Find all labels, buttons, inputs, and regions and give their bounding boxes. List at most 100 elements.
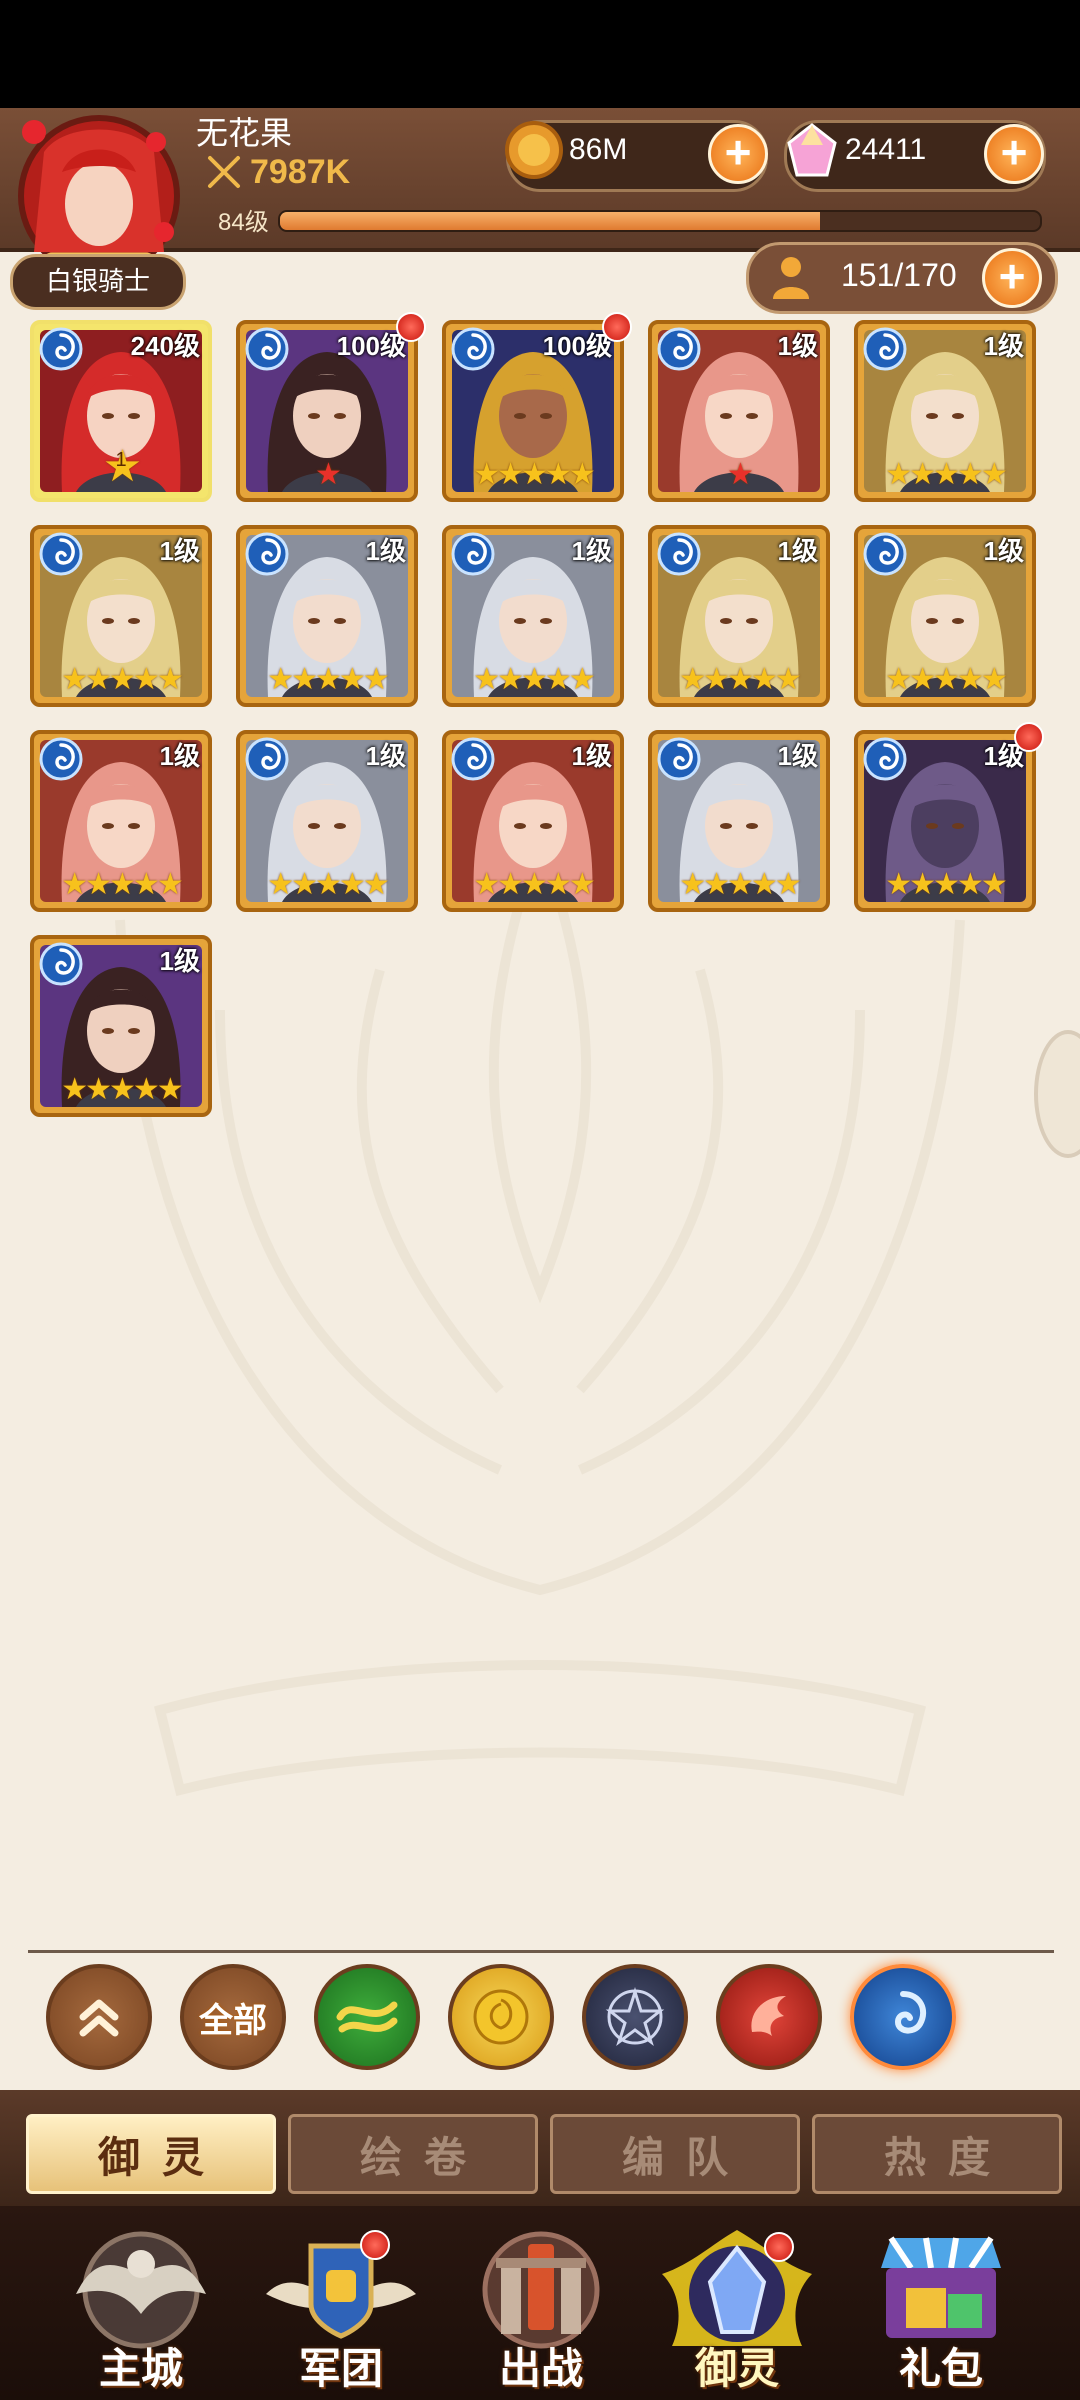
background-emblem: [115, 811, 965, 1797]
expand-capacity-button[interactable]: +: [982, 248, 1042, 308]
nav-label: 御灵: [694, 2345, 779, 2392]
hero-level: 1级: [571, 536, 612, 566]
water-element-icon: [451, 532, 495, 576]
phoenix-icon: [751, 1996, 786, 2036]
experience-bar: [278, 210, 1042, 232]
water-element-icon: [863, 327, 907, 371]
hero-level: 1级: [159, 536, 200, 566]
player-rank-badge: 白银骑士: [10, 254, 186, 310]
hero-card[interactable]: 1级 ★★★★★: [236, 525, 418, 707]
filter-fire-button[interactable]: [716, 1964, 822, 2070]
hero-notification-dot: [396, 312, 426, 342]
gold-coin-icon: [505, 121, 563, 179]
filter-light-button[interactable]: [448, 1964, 554, 2070]
add-gold-button[interactable]: +: [708, 124, 768, 184]
hero-level: 240级: [130, 331, 200, 361]
nav-spirits[interactable]: 御灵: [652, 2224, 822, 2400]
nav-label: 军团: [298, 2345, 383, 2392]
water-element-icon: [39, 327, 83, 371]
hero-level: 1级: [365, 741, 406, 771]
tab-label: 绘卷: [359, 2133, 488, 2181]
hero-card[interactable]: 1级 ★★★★★: [854, 730, 1036, 912]
hero-level: 1级: [159, 946, 200, 976]
experience-bar-fill: [280, 212, 820, 230]
filter-dark-button[interactable]: [582, 1964, 688, 2070]
hero-card[interactable]: 1级 ★★★★★: [648, 525, 830, 707]
water-element-icon: [657, 327, 701, 371]
hero-notification-dot: [1014, 722, 1044, 752]
hero-star-rating: ★★★★★: [473, 868, 595, 901]
hero-card[interactable]: 1级 ★★★★★: [30, 935, 212, 1117]
water-element-icon: [39, 942, 83, 986]
hero-level: 1级: [983, 536, 1024, 566]
legion-notification-dot: [360, 2230, 390, 2260]
hero-star-number: 1: [115, 449, 127, 471]
hero-star-rating: ★★★★★: [473, 458, 595, 491]
hero-level: 100级: [336, 331, 406, 361]
hero-card[interactable]: 1级 ★★★★★: [442, 730, 624, 912]
crossed-swords-icon: [208, 156, 240, 188]
double-chevron-up-icon: [79, 1999, 119, 2037]
water-element-icon: [657, 532, 701, 576]
tab-spirits[interactable]: 御灵: [26, 2114, 276, 2194]
hero-card[interactable]: 100级 ★: [236, 320, 418, 502]
hero-level: 1级: [777, 536, 818, 566]
tab-label: 编队: [621, 2133, 750, 2181]
hero-star-rating: ★★★★★: [267, 868, 389, 901]
hero-card[interactable]: 1级 ★★★★★: [648, 730, 830, 912]
nav-gift-pack[interactable]: 礼包: [856, 2224, 1026, 2400]
hero-card[interactable]: 1级 ★★★★★: [442, 525, 624, 707]
hero-card[interactable]: 1级 ★★★★★: [236, 730, 418, 912]
hero-level: 1级: [365, 536, 406, 566]
water-element-icon: [863, 737, 907, 781]
hero-card[interactable]: 1级 ★★★★★: [854, 525, 1036, 707]
add-gems-button[interactable]: +: [984, 124, 1044, 184]
hero-level: 1级: [777, 741, 818, 771]
filter-all-button[interactable]: 全部: [180, 1964, 286, 2070]
player-level: 84级: [218, 209, 269, 236]
hero-notification-dot: [602, 312, 632, 342]
water-element-icon: [451, 737, 495, 781]
nav-legion[interactable]: 军团: [256, 2224, 426, 2400]
hero-card[interactable]: 1级 ★★★★★: [30, 730, 212, 912]
hero-star-rating: ★★★★★: [679, 663, 801, 696]
nav-label: 礼包: [898, 2345, 983, 2392]
hero-level: 1级: [159, 741, 200, 771]
nav-label: 主城: [98, 2345, 183, 2392]
hero-card[interactable]: 240级 ★ 1: [30, 320, 212, 502]
filter-water-button[interactable]: [850, 1964, 956, 2070]
tab-label: 御灵: [97, 2133, 226, 2181]
tab-label: 热度: [883, 2133, 1012, 2181]
water-element-icon: [863, 532, 907, 576]
tab-scrolls[interactable]: 绘卷: [288, 2114, 538, 2194]
hero-star-rating: ★★★★★: [679, 868, 801, 901]
collapse-filter-button[interactable]: [46, 1964, 152, 2070]
nav-main-city[interactable]: 主城: [56, 2224, 226, 2400]
hero-card[interactable]: 1级 ★: [648, 320, 830, 502]
hero-star-rating: ★: [727, 458, 754, 491]
spirits-notification-dot: [764, 2232, 794, 2262]
nav-battle[interactable]: 出战: [456, 2224, 626, 2400]
tab-formation[interactable]: 编队: [550, 2114, 800, 2194]
golden-rose-icon: [473, 1989, 529, 2045]
water-swirl-icon: [894, 1991, 927, 2034]
wind-dragon-icon: [336, 2001, 398, 2033]
hero-star-rating: ★: [315, 458, 342, 491]
gem-amount: 24411: [845, 133, 927, 166]
dark-star-icon: [605, 1987, 665, 2047]
hero-star-rating: ★★★★★: [61, 1073, 183, 1106]
hero-card[interactable]: 1级 ★★★★★: [30, 525, 212, 707]
hero-star-rating: ★★★★★: [885, 458, 1007, 491]
combat-power-value: 7987K: [250, 152, 351, 191]
hero-star-rating: ★★★★★: [885, 663, 1007, 696]
tab-popularity[interactable]: 热度: [812, 2114, 1062, 2194]
hero-card[interactable]: 100级 ★★★★★: [442, 320, 624, 502]
player-level-row: 84级: [200, 200, 1042, 236]
filter-wind-button[interactable]: [314, 1964, 420, 2070]
hero-card[interactable]: 1级 ★★★★★: [854, 320, 1036, 502]
hero-level: 1级: [777, 331, 818, 361]
filter-divider: [28, 1950, 1054, 1953]
hero-star-rating: ★ 1: [34, 441, 208, 492]
water-element-icon: [451, 327, 495, 371]
hero-star-rating: ★★★★★: [885, 868, 1007, 901]
